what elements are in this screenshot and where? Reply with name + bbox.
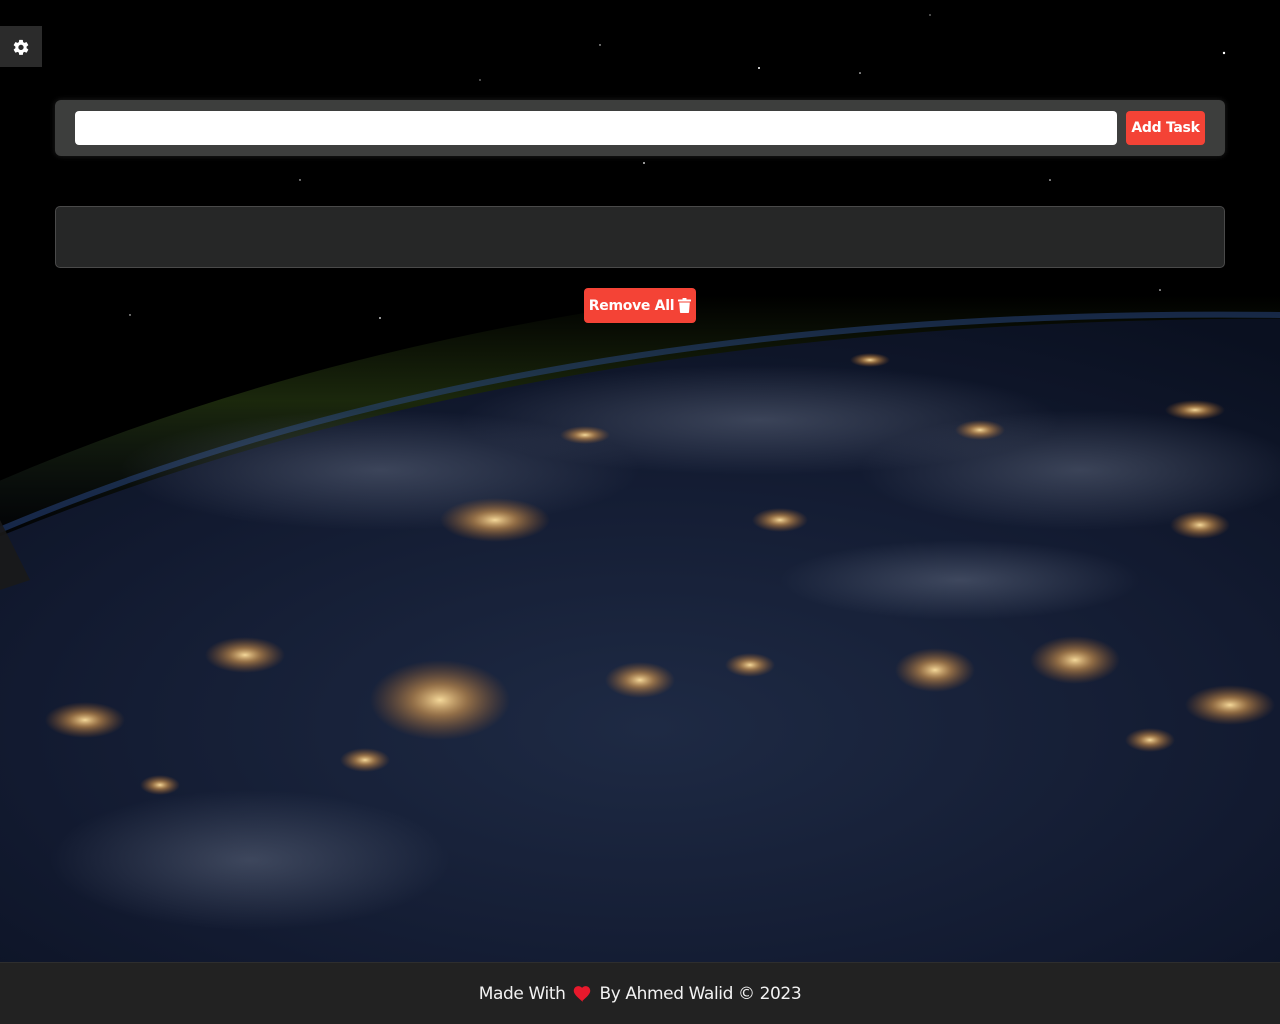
gear-icon <box>13 39 29 55</box>
tasks-list <box>55 206 1225 268</box>
remove-all-label: Remove All <box>588 297 675 314</box>
task-input[interactable] <box>75 111 1117 145</box>
footer-credit: By Ahmed Walid © 2023 <box>599 983 802 1004</box>
trash-icon <box>678 298 692 313</box>
settings-button[interactable] <box>0 26 42 67</box>
remove-all-button[interactable]: Remove All <box>584 288 696 323</box>
footer: Made With By Ahmed Walid © 2023 <box>0 962 1280 1024</box>
footer-made-with: Made With <box>478 983 566 1004</box>
add-task-form: Add Task <box>55 100 1225 156</box>
heart-icon <box>573 985 591 1002</box>
add-task-button[interactable]: Add Task <box>1126 111 1205 145</box>
